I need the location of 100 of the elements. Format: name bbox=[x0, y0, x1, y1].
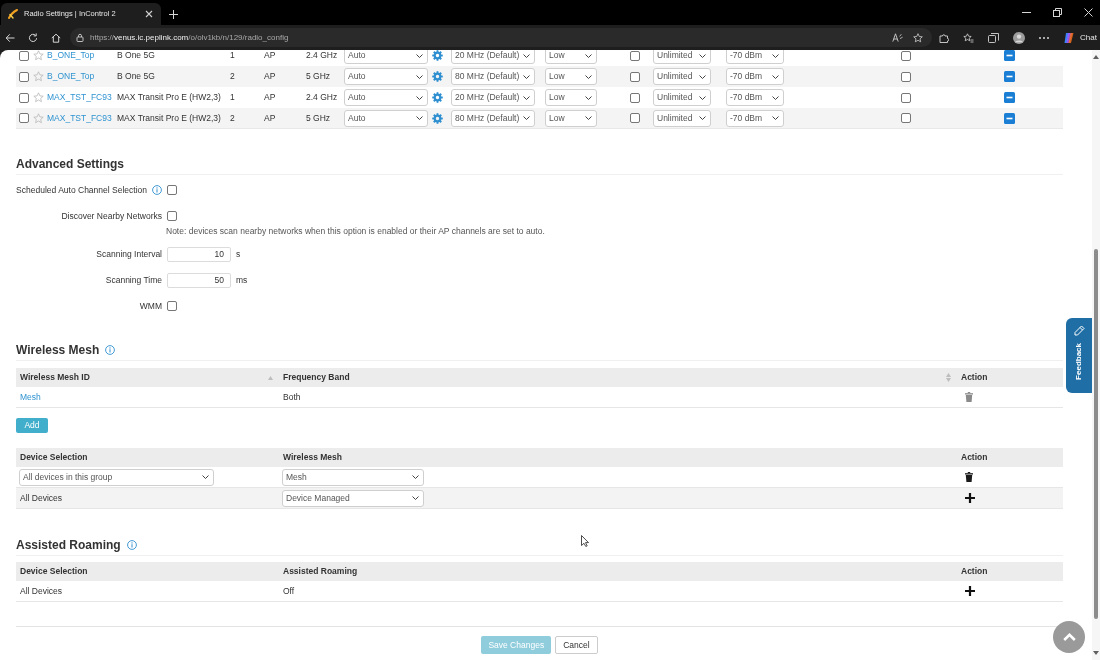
checkbox[interactable] bbox=[19, 50, 29, 61]
chevron-down-icon bbox=[416, 74, 423, 79]
checkbox[interactable] bbox=[167, 185, 177, 195]
checkbox[interactable] bbox=[901, 92, 911, 103]
plus-icon[interactable] bbox=[965, 493, 975, 503]
favorites-icon[interactable] bbox=[963, 32, 975, 43]
dropdown[interactable]: Unlimited bbox=[653, 50, 711, 64]
feedback-tab[interactable]: Feedback bbox=[1066, 318, 1092, 393]
dropdown[interactable]: Unlimited bbox=[653, 68, 711, 85]
checkbox[interactable] bbox=[630, 92, 640, 103]
minus-square-icon[interactable] bbox=[1004, 92, 1015, 103]
dropdown[interactable]: Auto bbox=[344, 68, 428, 85]
gear-icon[interactable] bbox=[432, 112, 443, 124]
dropdown[interactable]: -70 dBm bbox=[726, 68, 784, 85]
dropdown[interactable]: -70 dBm bbox=[726, 89, 784, 106]
dropdown[interactable]: 20 MHz (Default) bbox=[451, 89, 535, 106]
gear-icon[interactable] bbox=[432, 50, 443, 61]
star-icon[interactable] bbox=[33, 71, 44, 82]
checkbox[interactable] bbox=[19, 92, 29, 103]
dropdown[interactable]: Low bbox=[545, 50, 597, 64]
info-icon[interactable] bbox=[152, 185, 162, 195]
dropdown[interactable]: Auto bbox=[344, 89, 428, 106]
dropdown[interactable]: Auto bbox=[344, 109, 428, 127]
more-icon[interactable] bbox=[1039, 36, 1050, 39]
puzzle-icon[interactable] bbox=[939, 32, 950, 43]
close-icon[interactable] bbox=[1084, 8, 1093, 17]
cancel-button[interactable]: Cancel bbox=[555, 636, 598, 654]
chevron-down-icon bbox=[523, 53, 530, 58]
checkbox[interactable] bbox=[630, 50, 640, 61]
minus-square-icon[interactable] bbox=[1004, 112, 1015, 124]
checkbox[interactable] bbox=[630, 71, 640, 82]
star-icon[interactable] bbox=[33, 92, 44, 103]
chevron-down-icon bbox=[772, 95, 779, 100]
gear-icon[interactable] bbox=[432, 71, 443, 82]
chevron-down-icon bbox=[202, 475, 209, 479]
number-field[interactable]: 50 bbox=[167, 272, 231, 288]
dropdown[interactable]: Low bbox=[545, 109, 597, 127]
address-bar[interactable]: https://venus.ic.peplink.com/o/olv1kb/n/129/radio_config bbox=[70, 28, 933, 47]
scroll-to-top-button[interactable] bbox=[1053, 621, 1085, 653]
dropdown[interactable]: 20 MHz (Default) bbox=[451, 50, 535, 64]
back-arrow-icon[interactable] bbox=[5, 32, 15, 43]
refresh-icon[interactable] bbox=[28, 32, 38, 43]
dropdown[interactable]: 80 MHz (Default) bbox=[451, 109, 535, 127]
chevron-down-icon bbox=[523, 95, 530, 100]
checkbox[interactable] bbox=[901, 50, 911, 61]
column-header: Wireless Mesh ID bbox=[20, 371, 90, 384]
checkbox[interactable] bbox=[167, 301, 177, 311]
lock-icon[interactable] bbox=[76, 33, 84, 42]
dropdown[interactable]: Unlimited bbox=[653, 109, 711, 127]
close-icon[interactable] bbox=[145, 10, 153, 18]
star-icon[interactable] bbox=[33, 50, 44, 61]
table-cell: All Devices bbox=[20, 491, 63, 505]
scroll-down-icon[interactable] bbox=[1093, 651, 1099, 655]
info-icon[interactable] bbox=[126, 540, 137, 550]
device-link[interactable]: MAX_TST_FC93 bbox=[47, 91, 112, 104]
chevron-down-icon bbox=[412, 475, 419, 479]
number-field[interactable]: 10 bbox=[167, 246, 231, 262]
device-link[interactable]: B_ONE_Top bbox=[47, 50, 95, 62]
copilot-icon[interactable] bbox=[1063, 31, 1076, 44]
checkbox[interactable] bbox=[630, 113, 640, 123]
field-label: Scheduled Auto Channel Selection bbox=[16, 183, 147, 197]
gear-icon[interactable] bbox=[432, 92, 443, 103]
info-icon[interactable] bbox=[105, 345, 116, 355]
dropdown[interactable]: 80 MHz (Default) bbox=[451, 68, 535, 85]
scroll-up-icon[interactable] bbox=[1093, 55, 1099, 59]
dropdown[interactable]: Mesh bbox=[282, 468, 424, 486]
checkbox[interactable] bbox=[19, 71, 29, 82]
dropdown[interactable]: Low bbox=[545, 68, 597, 85]
dropdown[interactable]: Device Managed bbox=[282, 489, 424, 507]
star-icon[interactable] bbox=[913, 32, 924, 43]
checkbox[interactable] bbox=[901, 71, 911, 82]
minus-square-icon[interactable] bbox=[1004, 50, 1015, 61]
url-text[interactable]: https://venus.ic.peplink.com/o/olv1kb/n/129/radio_config bbox=[90, 31, 289, 44]
chat-label[interactable]: Chat bbox=[1080, 31, 1097, 44]
checkbox[interactable] bbox=[901, 113, 911, 123]
mesh-link[interactable]: Mesh bbox=[20, 390, 41, 404]
dropdown[interactable]: Auto bbox=[344, 50, 428, 64]
dropdown[interactable]: Unlimited bbox=[653, 89, 711, 106]
chevron-down-icon bbox=[699, 116, 706, 120]
restore-icon[interactable] bbox=[1053, 8, 1062, 17]
checkbox[interactable] bbox=[19, 113, 29, 123]
avatar-icon[interactable] bbox=[1013, 31, 1026, 44]
minus-square-icon[interactable] bbox=[1004, 71, 1015, 82]
dropdown[interactable]: -70 dBm bbox=[726, 50, 784, 64]
trash-icon[interactable] bbox=[965, 472, 973, 482]
dropdown[interactable]: -70 dBm bbox=[726, 109, 784, 127]
scrollbar-thumb[interactable] bbox=[1094, 249, 1098, 619]
collections-icon[interactable] bbox=[988, 32, 1000, 43]
dropdown[interactable]: Low bbox=[545, 89, 597, 106]
star-icon[interactable] bbox=[33, 112, 44, 124]
unit-label: ms bbox=[236, 273, 248, 287]
home-icon[interactable] bbox=[51, 32, 61, 43]
chevron-down-icon bbox=[699, 74, 706, 79]
dropdown[interactable]: All devices in this group bbox=[19, 468, 214, 486]
read-aloud-icon[interactable] bbox=[892, 33, 904, 42]
note-text: Note: devices scan nearby networks when this option is enabled or their AP channels are set to auto. bbox=[166, 224, 545, 238]
chevron-down-icon bbox=[416, 53, 423, 58]
checkbox[interactable] bbox=[167, 211, 177, 221]
pencil-icon[interactable] bbox=[1073, 325, 1085, 336]
plus-icon[interactable] bbox=[965, 586, 975, 596]
